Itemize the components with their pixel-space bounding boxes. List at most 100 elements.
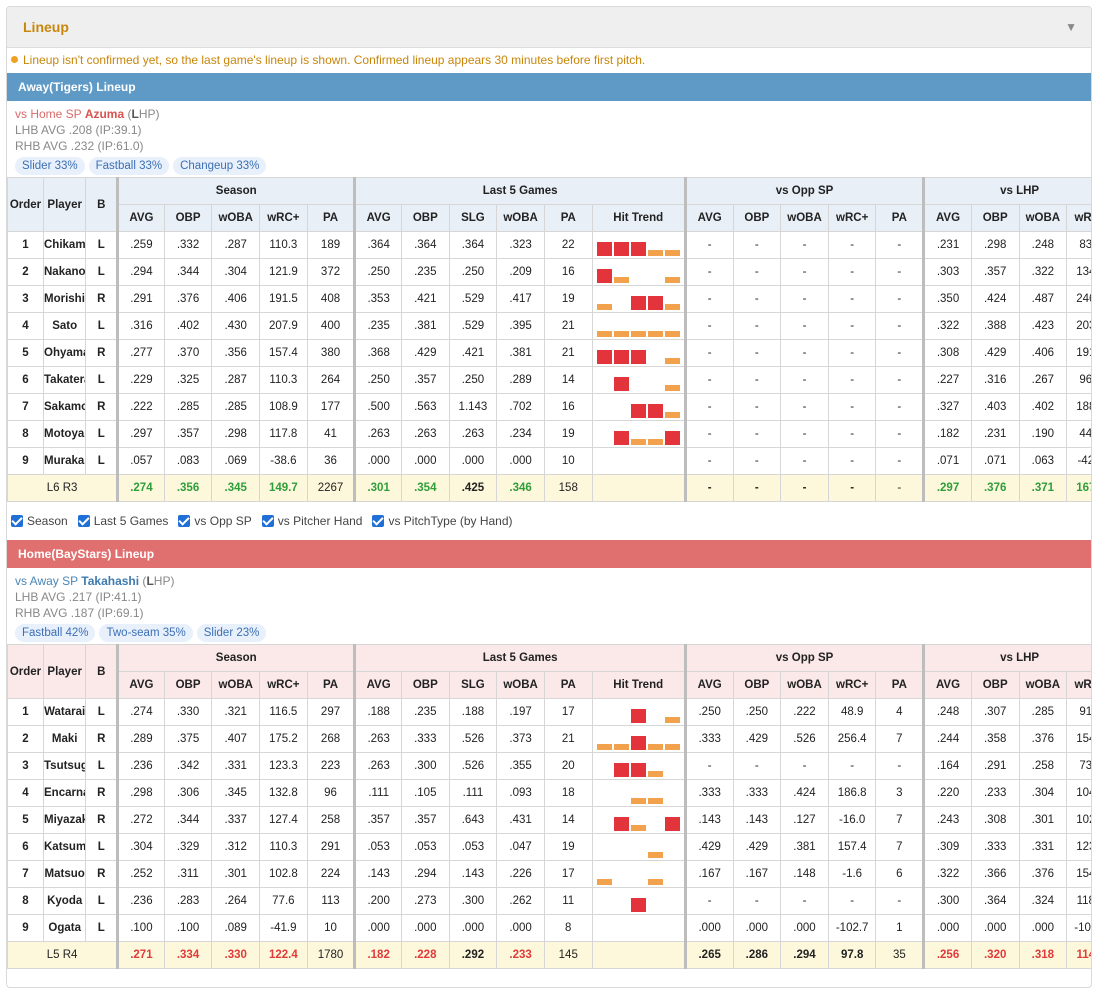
col-hit-trend[interactable]: Hit Trend — [591, 204, 686, 232]
col-pa[interactable]: PA — [875, 204, 925, 232]
last5-stat: 22 — [543, 231, 593, 259]
vs-opp-stat: - — [683, 285, 734, 313]
player-name[interactable]: Morishita — [42, 285, 87, 313]
table-row[interactable]: 9MurakamiL.057.083.069-38.636.000.000.00… — [7, 447, 1091, 475]
col-woba[interactable]: wOBA — [1018, 671, 1068, 699]
col-woba[interactable]: wOBA — [780, 204, 829, 232]
player-name[interactable]: Murakami — [42, 447, 87, 475]
col-woba[interactable]: wOBA — [496, 671, 545, 699]
player-name[interactable]: Encarnacion — [42, 779, 87, 807]
col-pa[interactable]: PA — [306, 204, 356, 232]
col-wrc-[interactable]: wRC+ — [1066, 671, 1091, 699]
table-row[interactable]: 5MiyazakiR.272.344.337127.4258.357.357.6… — [7, 806, 1091, 834]
checkbox-1[interactable]: Last 5 Games — [77, 502, 168, 540]
col-pa[interactable]: PA — [306, 671, 356, 699]
col-woba[interactable]: wOBA — [211, 204, 261, 232]
sp-name[interactable]: Azuma — [85, 107, 124, 121]
col-wrc-[interactable]: wRC+ — [1066, 204, 1091, 232]
player-name[interactable]: Sakamoto — [42, 393, 87, 421]
checkbox-checked-icon[interactable] — [178, 515, 191, 527]
checkbox-3[interactable]: vs Pitcher Hand — [261, 502, 362, 540]
player-name[interactable]: Nakano — [42, 258, 87, 286]
player-name[interactable]: Maki — [42, 725, 87, 753]
season-stat: .287 — [211, 231, 261, 259]
col-obp[interactable]: OBP — [163, 671, 213, 699]
last5-stat: .000 — [448, 914, 498, 942]
col-wrc-[interactable]: wRC+ — [827, 204, 877, 232]
checkbox-checked-icon[interactable] — [372, 515, 385, 527]
player-name[interactable]: Sato — [42, 312, 87, 340]
table-row[interactable]: 1ChikamotoL.259.332.287110.3189.364.364.… — [7, 231, 1091, 259]
col-avg[interactable]: AVG — [353, 671, 402, 699]
col-obp[interactable]: OBP — [400, 671, 450, 699]
checkbox-checked-icon[interactable] — [11, 515, 23, 527]
table-row[interactable]: 4 Sato L .316.402.430 207.9 400.235.381.529.3… — [7, 312, 1091, 340]
col-avg[interactable]: AVG — [683, 204, 734, 232]
table-row[interactable]: 3MorishitaR.291.376.406191.5408.353.421.… — [7, 285, 1091, 313]
table-row[interactable]: 3TsutsugoL.236.342.331123.3223.263.300.5… — [7, 752, 1091, 780]
table-row[interactable]: 7SakamotoR.222.285.285108.9177.500.5631.… — [7, 393, 1091, 421]
away-lineup-table-wrap[interactable]: Order Player B Season Last 5 Games vs Opp SP v… — [7, 177, 1091, 502]
player-name[interactable]: Kyoda — [42, 887, 87, 915]
col-pa[interactable]: PA — [875, 671, 925, 699]
player-name[interactable]: Takatera — [42, 366, 87, 394]
table-row[interactable]: 6KatsumataL.304.329.312110.3291.053.053.… — [7, 833, 1091, 861]
col-obp[interactable]: OBP — [970, 671, 1020, 699]
col-pa[interactable]: PA — [543, 204, 593, 232]
table-row[interactable]: 2 Nakano L .294.344.304 121.9 372.250.235.250… — [7, 258, 1091, 286]
col-slg[interactable]: SLG — [448, 671, 498, 699]
vs-opp-stat: .381 — [780, 833, 829, 861]
checkbox-checked-icon[interactable] — [261, 515, 274, 527]
col-hit-trend[interactable]: Hit Trend — [591, 671, 686, 699]
table-row[interactable]: 6 Takatera L .229.325.287 110.3 264.250.357.2… — [7, 366, 1091, 394]
col-player[interactable]: Player — [42, 644, 87, 699]
player-name[interactable]: Ohyama — [42, 339, 87, 367]
col-wrc-[interactable]: wRC+ — [827, 671, 877, 699]
table-row[interactable]: 2 Maki R .289.375.407 175.2 268.263.333.526.3… — [7, 725, 1091, 753]
sp-name[interactable]: Takahashi — [81, 574, 139, 588]
home-lineup-table-wrap[interactable]: Order Player B Season Last 5 Games vs Opp SP v… — [7, 644, 1091, 969]
col-pa[interactable]: PA — [543, 671, 593, 699]
col-avg[interactable]: AVG — [116, 204, 165, 232]
col-woba[interactable]: wOBA — [780, 671, 829, 699]
player-name[interactable]: Miyazaki — [42, 806, 87, 834]
player-name[interactable]: Chikamoto — [42, 231, 87, 259]
col-wrc-[interactable]: wRC+ — [259, 204, 308, 232]
col-avg[interactable]: AVG — [116, 671, 165, 699]
player-name[interactable]: Katsumata — [42, 833, 87, 861]
table-row[interactable]: 8MotoyamaL.297.357.298117.841.263.263.26… — [7, 420, 1091, 448]
table-row[interactable]: 7 Matsuo R .252.311.301 102.8 224.143.294.143… — [7, 860, 1091, 888]
col-obp[interactable]: OBP — [400, 204, 450, 232]
col-avg[interactable]: AVG — [353, 204, 402, 232]
lineup-header[interactable]: Lineup ▼ — [7, 7, 1091, 48]
table-row[interactable]: 4EncarnacionR.298.306.345132.896.111.105… — [7, 779, 1091, 807]
checkbox-0[interactable]: Season — [11, 502, 68, 540]
col-obp[interactable]: OBP — [163, 204, 213, 232]
col-player[interactable]: Player — [42, 177, 87, 232]
col-woba[interactable]: wOBA — [211, 671, 261, 699]
checkbox-checked-icon[interactable] — [77, 515, 90, 527]
player-name[interactable]: Matsuo — [42, 860, 87, 888]
col-slg[interactable]: SLG — [448, 204, 498, 232]
player-name[interactable]: Tsutsugo — [42, 752, 87, 780]
table-row[interactable]: 9 Ogata L .100.100.089 -41.9 10.000.000.000.0… — [7, 914, 1091, 942]
col-wrc-[interactable]: wRC+ — [259, 671, 308, 699]
collapse-arrow-icon[interactable]: ▼ — [1065, 20, 1077, 34]
col-obp[interactable]: OBP — [732, 671, 782, 699]
col-obp[interactable]: OBP — [732, 204, 782, 232]
table-row[interactable]: 1 Watarai L .274.330.321 116.5 297.188.235.18… — [7, 698, 1091, 726]
table-row[interactable]: 8 Kyoda L .236.283.264 77.6 113.200.273.300.2… — [7, 887, 1091, 915]
checkbox-2[interactable]: vs Opp SP — [178, 502, 252, 540]
player-name[interactable]: Ogata — [42, 914, 87, 942]
col-avg[interactable]: AVG — [683, 671, 734, 699]
col-woba[interactable]: wOBA — [1018, 204, 1068, 232]
col-avg[interactable]: AVG — [922, 671, 972, 699]
col-obp[interactable]: OBP — [970, 204, 1020, 232]
season-stat: .375 — [163, 725, 213, 753]
col-woba[interactable]: wOBA — [496, 204, 545, 232]
player-name[interactable]: Watarai — [42, 698, 87, 726]
checkbox-4[interactable]: vs PitchType (by Hand) — [372, 502, 513, 540]
player-name[interactable]: Motoyama — [42, 420, 87, 448]
col-avg[interactable]: AVG — [922, 204, 972, 232]
table-row[interactable]: 5 Ohyama R .277.370.356 157.4 380.368.429.421… — [7, 339, 1091, 367]
